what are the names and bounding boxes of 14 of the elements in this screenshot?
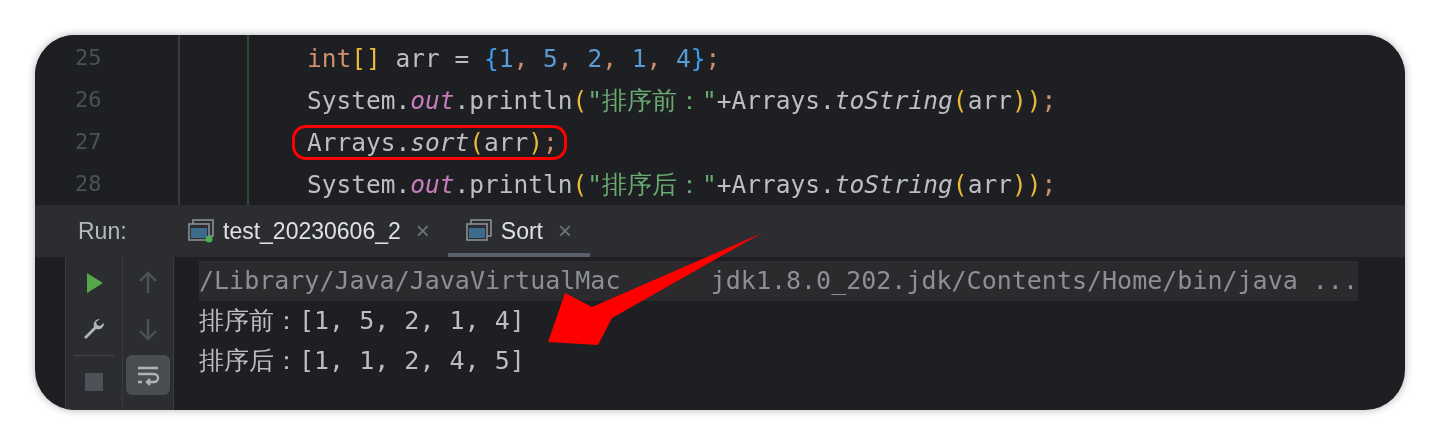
code-line: System.out.println("排序前："+Arrays.toString(arr)); xyxy=(307,85,1057,115)
soft-wrap-button[interactable] xyxy=(126,355,170,395)
output-line: 排序前：[1, 5, 2, 1, 4] xyxy=(199,305,526,337)
code-line: System.out.println("排序后："+Arrays.toString(arr)); xyxy=(307,169,1057,199)
run-tab[interactable]: test_20230606_2 × xyxy=(170,209,448,257)
console-icon xyxy=(188,219,214,243)
command-text: /Library/Java/JavaVirtualMac xyxy=(199,266,621,295)
command-text: jdk1.8.0_202.jdk/Contents/Home/bin/java ... xyxy=(710,266,1358,295)
run-tab[interactable]: Sort × xyxy=(447,209,590,257)
panel-label: Run: xyxy=(77,216,128,246)
code-line: Arrays.sort(arr); xyxy=(307,127,558,157)
code-line: int[] arr = {1, 5, 2, 1, 4}; xyxy=(307,43,721,73)
output-line: 排序后：[1, 1, 2, 4, 5] xyxy=(199,345,526,377)
console-icon xyxy=(465,219,492,243)
